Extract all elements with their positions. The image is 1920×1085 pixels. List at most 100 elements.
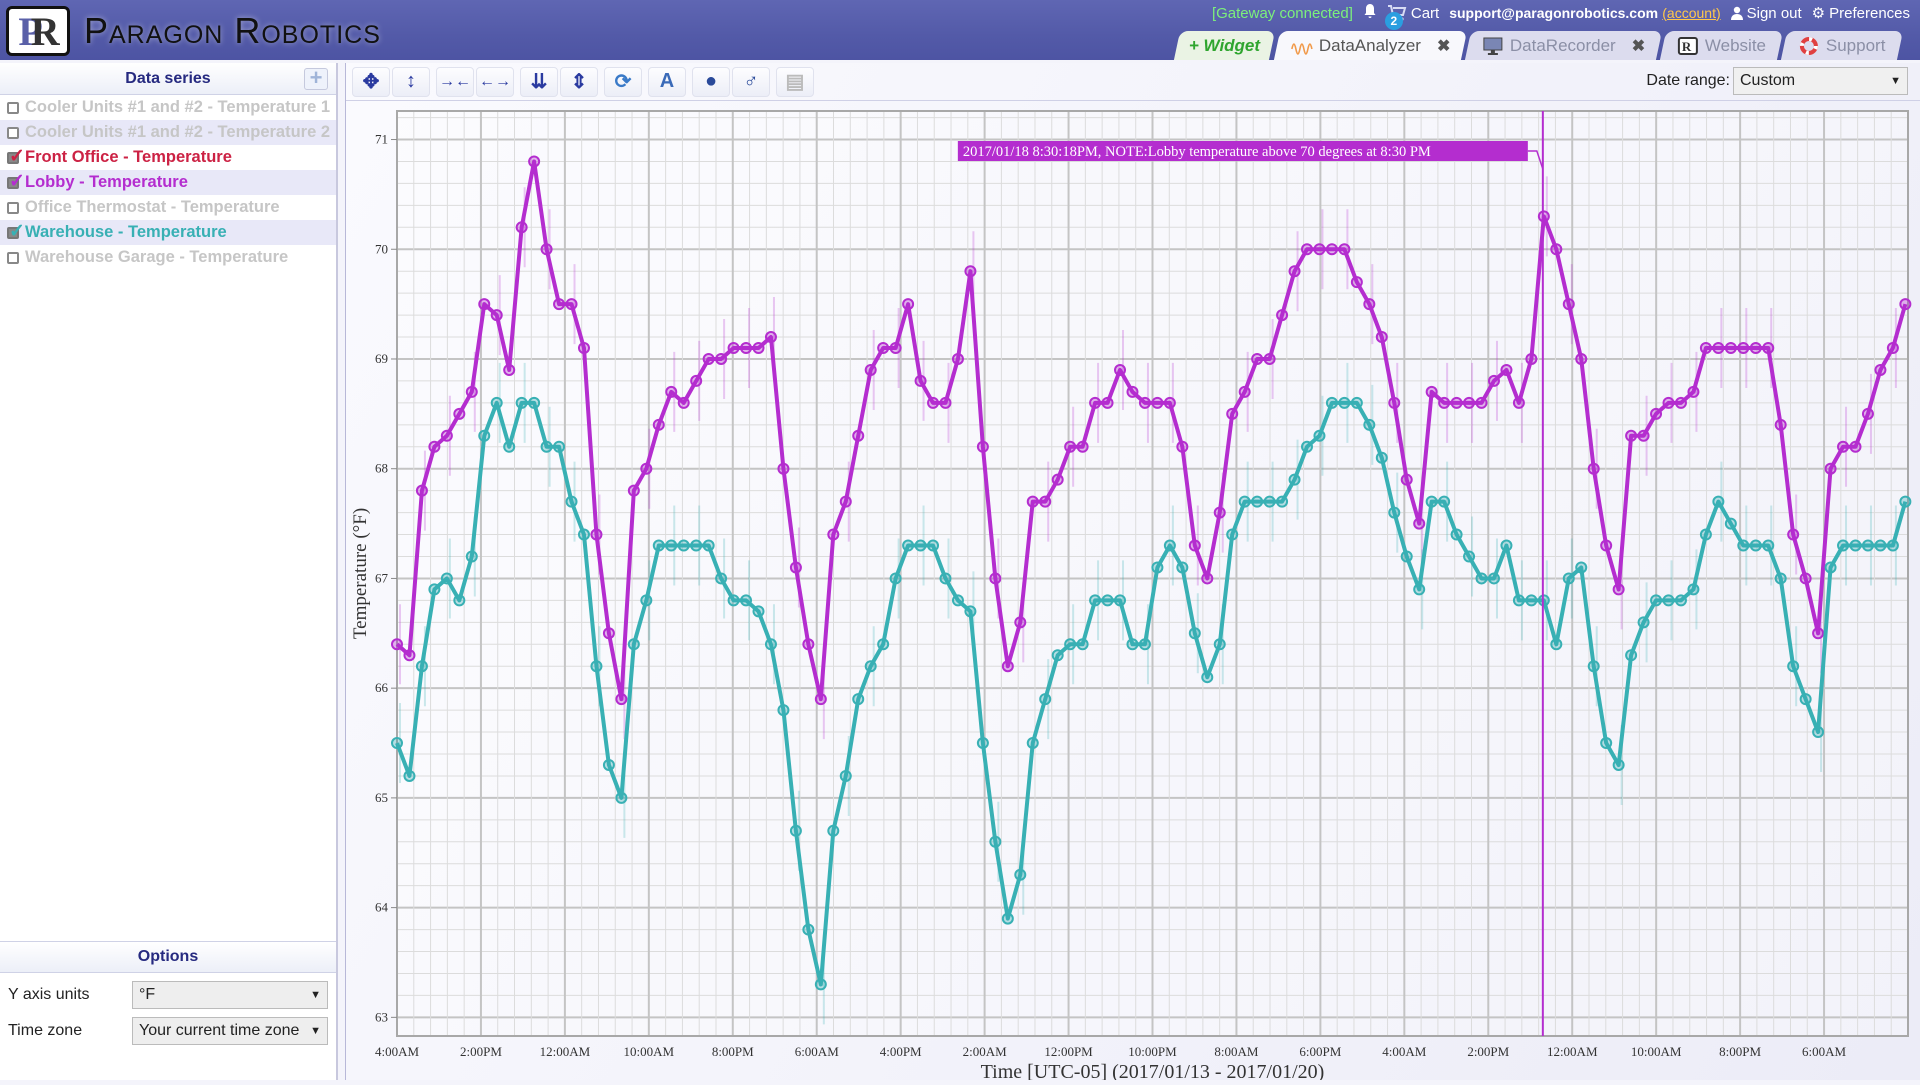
data-point[interactable] [989,835,1002,848]
data-point[interactable] [440,429,453,442]
data-point[interactable] [877,638,890,651]
data-point[interactable] [1874,363,1887,376]
data-point[interactable] [715,352,728,365]
data-point[interactable] [976,440,989,453]
data-point[interactable] [1861,407,1874,420]
tab-website[interactable]: R Website [1660,31,1784,60]
data-point[interactable] [677,539,690,552]
temperature-chart[interactable]: 63 64 65 66 67 68 69 70 71 4:00AM 2:00PM 12:00AM 10:… [346,103,1920,1083]
data-point[interactable] [914,374,927,387]
data-point[interactable] [1774,572,1787,585]
data-point[interactable] [1051,649,1064,662]
tab-datarecorder[interactable]: DataRecorder ✖ [1465,31,1663,60]
data-point[interactable] [1064,638,1077,651]
data-point[interactable] [565,298,578,311]
add-series-button[interactable]: + [304,67,328,90]
tab-dataanalyzer[interactable]: DataAnalyzer ✖ [1273,31,1468,60]
data-point[interactable] [1749,342,1762,355]
data-point[interactable] [490,309,503,322]
data-point[interactable] [1600,737,1613,750]
data-point[interactable] [1151,396,1164,409]
tab-support[interactable]: Support [1781,31,1904,60]
data-point[interactable] [1787,660,1800,673]
data-point[interactable] [1064,440,1077,453]
data-point[interactable] [1126,638,1139,651]
data-point[interactable] [1076,440,1089,453]
data-point[interactable] [652,418,665,431]
data-point[interactable] [740,342,753,355]
data-point[interactable] [415,484,428,497]
data-point[interactable] [1388,506,1401,519]
data-point[interactable] [1637,616,1650,629]
data-point[interactable] [1101,594,1114,607]
data-point[interactable] [1874,539,1887,552]
series-item[interactable]: Warehouse Garage - Temperature [0,245,336,270]
data-point[interactable] [1114,363,1127,376]
data-point[interactable] [1687,583,1700,596]
data-point[interactable] [902,298,915,311]
data-point[interactable] [1625,429,1638,442]
data-point[interactable] [852,693,865,706]
data-point[interactable] [1899,298,1912,311]
data-point[interactable] [1413,583,1426,596]
data-point[interactable] [1712,495,1725,508]
data-point[interactable] [1026,495,1039,508]
data-point[interactable] [702,539,715,552]
data-point[interactable] [1076,638,1089,651]
data-point[interactable] [814,693,827,706]
data-point[interactable] [1350,276,1363,289]
series-checkbox[interactable]: ✓ [7,221,25,242]
data-point[interactable] [465,550,478,563]
refresh-button[interactable]: ⟳ [604,66,642,97]
data-point[interactable] [1438,396,1451,409]
data-point[interactable] [577,342,590,355]
data-point[interactable] [1288,473,1301,486]
data-point[interactable] [1413,517,1426,530]
data-point[interactable] [964,605,977,618]
data-point[interactable] [478,298,491,311]
data-point[interactable] [490,396,503,409]
data-point[interactable] [1276,309,1289,322]
data-point[interactable] [1226,407,1239,420]
data-point[interactable] [777,704,790,717]
data-point[interactable] [391,638,403,651]
data-point[interactable] [1737,539,1750,552]
brand-logo[interactable]: PR Paragon Robotics [6,6,381,56]
data-point[interactable] [415,660,428,673]
data-point[interactable] [1475,572,1488,585]
annotate-button[interactable]: A [648,66,686,97]
data-point[interactable] [864,660,877,673]
data-point[interactable] [1300,243,1313,256]
data-point[interactable] [1051,473,1064,486]
data-point[interactable] [1350,396,1363,409]
data-point[interactable] [1014,868,1027,881]
series-item[interactable]: Cooler Units #1 and #2 - Temperature 1 [0,95,336,120]
data-point[interactable] [1849,539,1862,552]
data-point[interactable] [1600,539,1613,552]
data-point[interactable] [852,429,865,442]
data-point[interactable] [1886,539,1899,552]
data-point[interactable] [1338,396,1351,409]
data-point[interactable] [902,539,915,552]
data-point[interactable] [789,561,802,574]
data-point[interactable] [1712,342,1725,355]
data-point[interactable] [1487,572,1500,585]
data-point[interactable] [565,495,578,508]
data-point[interactable] [1425,495,1438,508]
data-point[interactable] [951,594,964,607]
zoom-pan-button[interactable]: ✥ [352,66,390,97]
data-point[interactable] [1138,396,1151,409]
data-point[interactable] [1188,539,1201,552]
data-point[interactable] [615,791,628,804]
data-point[interactable] [553,440,566,453]
data-point[interactable] [1325,396,1338,409]
data-point[interactable] [690,539,703,552]
data-point[interactable] [1114,594,1127,607]
data-point[interactable] [1662,396,1675,409]
data-point[interactable] [752,342,765,355]
series-item[interactable]: ✓ Warehouse - Temperature [0,220,336,245]
data-point[interactable] [1313,243,1326,256]
data-point[interactable] [1089,594,1102,607]
data-point[interactable] [528,396,541,409]
notes-button[interactable]: ▤ [776,66,814,97]
